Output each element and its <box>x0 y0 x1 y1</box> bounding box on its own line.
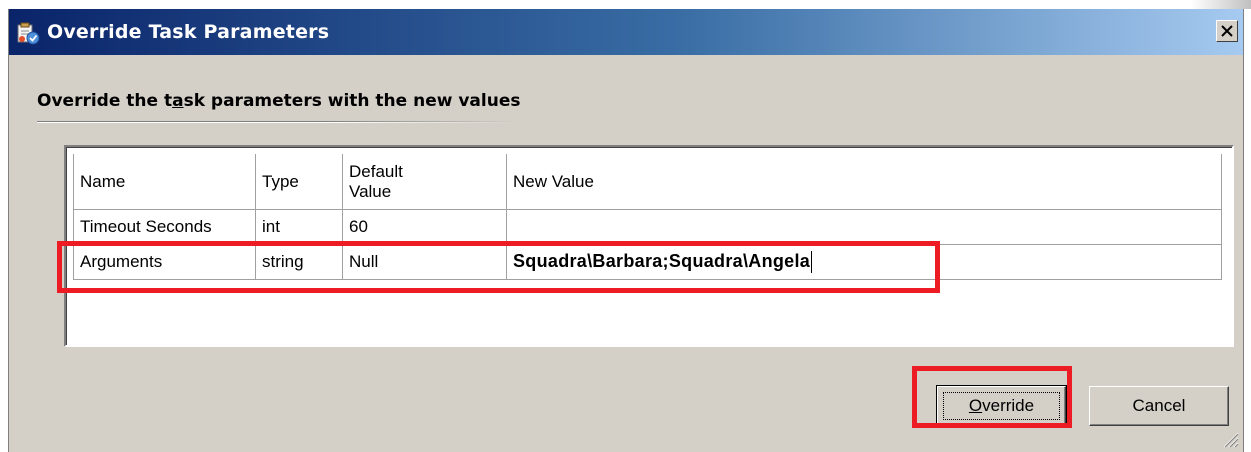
close-icon <box>1221 25 1233 37</box>
column-header-type[interactable]: Type <box>255 154 343 210</box>
table-row[interactable]: Timeout Seconds int 60 <box>73 209 1222 245</box>
focus-rectangle <box>943 392 1060 420</box>
background-strip <box>1191 0 1251 9</box>
column-header-default-line1: Default <box>349 161 403 181</box>
column-header-name[interactable]: Name <box>73 154 256 210</box>
table-header-row: Name Type Default Value New Value <box>73 154 1222 210</box>
text-caret <box>811 251 813 274</box>
window-title: Override Task Parameters <box>47 21 330 43</box>
cell-new-value-input[interactable] <box>506 209 1222 245</box>
cell-new-value-input[interactable]: Squadra\Barbara;Squadra\Angela <box>506 244 1222 280</box>
column-header-new-value[interactable]: New Value <box>506 154 1222 210</box>
close-button[interactable] <box>1216 20 1238 42</box>
task-parameters-icon <box>17 22 40 45</box>
parameters-grid-body: Name Type Default Value New Value Timeout… <box>66 147 1232 345</box>
override-task-parameters-dialog: Override Task Parameters Override the ta… <box>8 9 1244 452</box>
override-button[interactable]: Override <box>936 385 1067 427</box>
cancel-button[interactable]: Cancel <box>1089 386 1229 426</box>
cell-name: Timeout Seconds <box>73 209 256 245</box>
column-header-default-line2: Value <box>349 181 392 201</box>
parameters-table: Name Type Default Value New Value Timeout… <box>73 154 1222 280</box>
resize-grip-icon[interactable] <box>1221 430 1239 448</box>
cell-default-value: Null <box>342 244 507 280</box>
heading-divider-highlight <box>37 122 517 123</box>
heading-text-end: sk parameters with the new values <box>183 91 521 111</box>
table-row[interactable]: Arguments string Null Squadra\Barbara;Sq… <box>73 244 1222 280</box>
heading-text-start: Override the t <box>37 91 173 111</box>
section-heading: Override the task parameters with the ne… <box>37 91 520 111</box>
heading-mnemonic: a <box>172 91 184 111</box>
parameters-grid[interactable]: Name Type Default Value New Value Timeout… <box>64 145 1234 347</box>
cell-default-value: 60 <box>342 209 507 245</box>
cell-type: int <box>255 209 343 245</box>
cell-type: string <box>255 244 343 280</box>
title-bar[interactable]: Override Task Parameters <box>9 9 1243 55</box>
new-value-text: Squadra\Barbara;Squadra\Angela <box>513 250 811 271</box>
column-header-default-value[interactable]: Default Value <box>342 154 507 210</box>
cell-name: Arguments <box>73 244 256 280</box>
